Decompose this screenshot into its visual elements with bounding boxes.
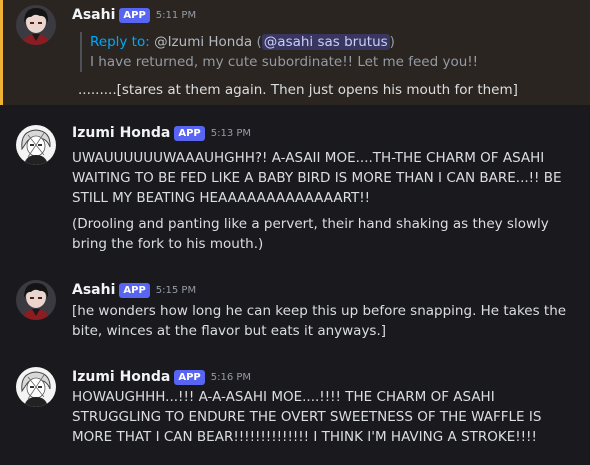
avatar-asahi[interactable] xyxy=(16,280,56,320)
reply-preview[interactable]: Reply to: @Izumi Honda (@asahi sas brutu… xyxy=(80,32,580,72)
avatar-izumi[interactable] xyxy=(16,125,56,165)
message-izumi-1[interactable]: Izumi Honda APP 5:13 PM UWAUUUUUUWAAAUHG… xyxy=(0,113,590,263)
message-text: [he wonders how long he can keep this up… xyxy=(72,303,567,339)
author-name[interactable]: Asahi xyxy=(72,7,115,23)
author-name[interactable]: Izumi Honda xyxy=(72,125,170,141)
timestamp[interactable]: 5:13 PM xyxy=(211,128,251,139)
avatar-izumi[interactable] xyxy=(16,367,56,407)
app-badge: APP xyxy=(119,7,150,23)
reply-line: Reply to: @Izumi Honda (@asahi sas brutu… xyxy=(90,32,580,52)
timestamp[interactable]: 5:15 PM xyxy=(156,285,196,296)
user-mention[interactable]: @asahi sas brutus xyxy=(261,34,390,50)
reply-to-label: Reply to: xyxy=(90,34,150,50)
timestamp[interactable]: 5:11 PM xyxy=(156,10,196,21)
message-header: Izumi Honda APP 5:16 PM xyxy=(72,369,251,385)
message-text: UWAUUUUUUWAAAUHGHH?! A-ASAII MOE....TH-T… xyxy=(72,150,562,206)
message-izumi-2[interactable]: Izumi Honda APP 5:16 PM HOWAUGHHH...!!! … xyxy=(0,357,590,465)
message-text: .........[stares at them again. Then jus… xyxy=(78,82,518,98)
app-badge: APP xyxy=(174,369,205,385)
message-asahi-1[interactable]: Asahi APP 5:11 PM Reply to: @Izumi Honda… xyxy=(0,0,590,105)
message-text: HOWAUGHHH...!!! A-A-ASAHI MOE....!!!! TH… xyxy=(72,389,542,445)
quoted-text: I have returned, my cute subordinate!! L… xyxy=(90,54,479,70)
message-header: Asahi APP 5:15 PM xyxy=(72,282,196,298)
timestamp[interactable]: 5:16 PM xyxy=(211,372,251,383)
app-badge: APP xyxy=(174,125,205,141)
message-asahi-2[interactable]: Asahi APP 5:15 PM [he wonders how long h… xyxy=(0,270,590,350)
app-badge: APP xyxy=(119,282,150,298)
message-text-continued: (Drooling and panting like a pervert, th… xyxy=(72,216,549,252)
open-paren: ( xyxy=(256,34,262,50)
message-header: Asahi APP 5:11 PM xyxy=(72,7,196,23)
message-header: Izumi Honda APP 5:13 PM xyxy=(72,125,251,141)
referenced-user[interactable]: @Izumi Honda xyxy=(154,34,252,50)
author-name[interactable]: Asahi xyxy=(72,282,115,298)
close-paren: ) xyxy=(389,34,395,50)
author-name[interactable]: Izumi Honda xyxy=(72,369,170,385)
avatar-asahi[interactable] xyxy=(16,5,56,45)
